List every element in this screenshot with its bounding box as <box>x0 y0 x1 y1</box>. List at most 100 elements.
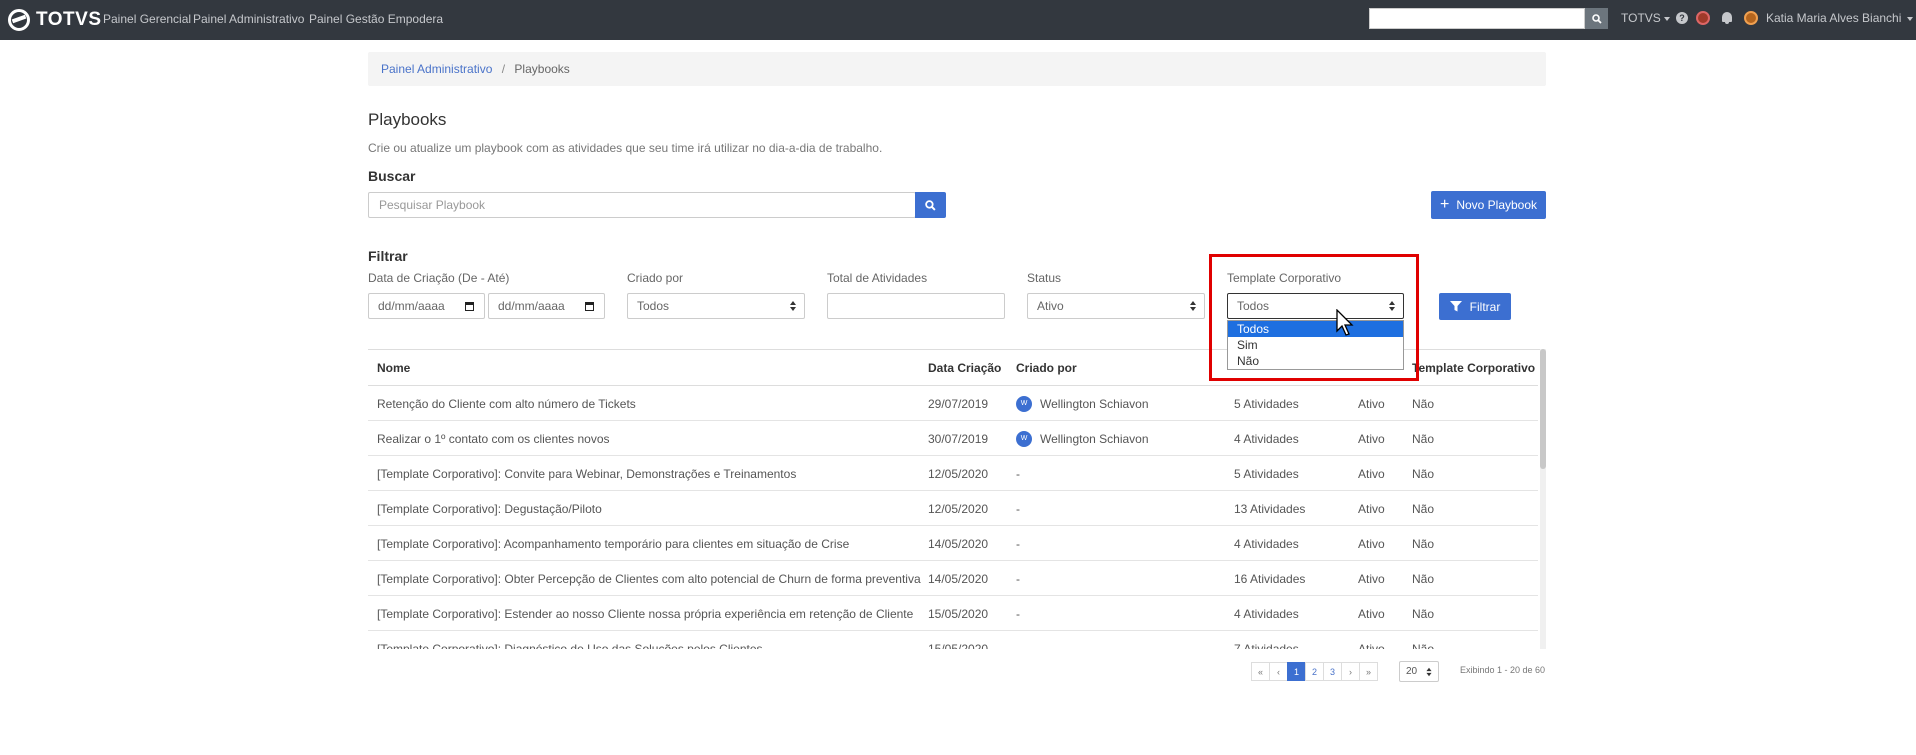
user-avatar[interactable] <box>1744 11 1758 25</box>
column-header-author[interactable]: Criado por <box>1016 361 1077 375</box>
cell-activities-text: 7 Atividades <box>1234 642 1299 649</box>
cell-status-text: Ativo <box>1358 432 1385 446</box>
cell-author-text: - <box>1016 467 1020 481</box>
search-label: Buscar <box>368 168 416 184</box>
cell-activities-text: 5 Atividades <box>1234 397 1299 411</box>
sort-arrows-icon <box>1190 301 1196 311</box>
filter-button[interactable]: Filtrar <box>1439 293 1511 320</box>
author-avatar: W <box>1016 395 1032 412</box>
cell-activities-text: 16 Atividades <box>1234 572 1306 586</box>
cell-name[interactable]: Realizar o 1º contato com os clientes no… <box>377 432 610 446</box>
page-last-button[interactable]: » <box>1359 662 1378 681</box>
cell-activities: 4 Atividades <box>1234 537 1299 551</box>
nav-link-painel-gerencial[interactable]: Painel Gerencial <box>103 12 191 26</box>
table-row[interactable]: [Template Corporativo]: Acompanhamento t… <box>368 526 1538 561</box>
help-icon[interactable]: ? <box>1676 12 1688 24</box>
search-icon <box>1591 13 1602 24</box>
cell-name-text: [Template Corporativo]: Acompanhamento t… <box>377 537 850 551</box>
cell-name[interactable]: [Template Corporativo]: Convite para Web… <box>377 467 796 481</box>
cell-author: - <box>1016 502 1020 516</box>
date-from-field[interactable]: dd/mm/aaaa <box>368 293 485 319</box>
cell-date: 15/05/2020 <box>928 607 988 621</box>
cell-name[interactable]: [Template Corporativo]: Acompanhamento t… <box>377 537 849 551</box>
cell-name[interactable]: [Template Corporativo]: Degustação/Pilot… <box>377 502 602 516</box>
table-row[interactable]: [Template Corporativo]: Degustação/Pilot… <box>368 491 1538 526</box>
cell-template: Não <box>1412 607 1434 621</box>
page-3-button[interactable]: 3 <box>1323 662 1342 681</box>
column-header-name[interactable]: Nome <box>377 361 410 375</box>
calendar-icon[interactable] <box>585 302 594 311</box>
column-header-created[interactable]: Data Criação <box>928 361 1001 375</box>
totvs-menu[interactable]: TOTVS <box>1621 11 1670 25</box>
cell-template-text: Não <box>1412 432 1435 446</box>
cell-status-text: Ativo <box>1358 642 1385 649</box>
search-playbook-input[interactable] <box>368 192 916 218</box>
cell-date-text: 12/05/2020 <box>928 502 989 516</box>
calendar-icon[interactable] <box>465 302 474 311</box>
user-menu[interactable]: Katia Maria Alves Bianchi <box>1766 11 1914 25</box>
date-to-field[interactable]: dd/mm/aaaa <box>488 293 605 319</box>
table-row[interactable]: [Template Corporativo]: Convite para Web… <box>368 456 1538 491</box>
navbar-search-input[interactable] <box>1369 8 1585 29</box>
cell-date: 29/07/2019 <box>928 397 988 411</box>
search-button[interactable] <box>915 192 946 218</box>
cell-template-text: Não <box>1412 537 1435 551</box>
table-scrollbar[interactable] <box>1540 349 1546 649</box>
cell-template-text: Não <box>1412 642 1435 649</box>
table-row[interactable]: [Template Corporativo]: Estender ao noss… <box>368 596 1538 631</box>
cell-template: Não <box>1412 502 1434 516</box>
created-by-select[interactable]: Todos <box>627 293 805 319</box>
date-from-value: dd/mm/aaaa <box>378 299 445 313</box>
cell-name[interactable]: [Template Corporativo]: Estender ao noss… <box>377 607 913 621</box>
cell-activities: 4 Atividades <box>1234 432 1299 446</box>
navbar-search-button[interactable] <box>1585 8 1608 29</box>
page-prev-button[interactable]: ‹ <box>1269 662 1288 681</box>
created-by-label: Criado por <box>627 271 684 285</box>
cell-activities-text: 13 Atividades <box>1234 502 1306 516</box>
cell-status-text: Ativo <box>1358 607 1385 621</box>
highlight-annotation-box <box>1209 254 1419 381</box>
breadcrumb-painel-administrativo[interactable]: Painel Administrativo <box>381 62 492 76</box>
cell-date-text: 14/05/2020 <box>928 572 989 586</box>
rocket-icon[interactable] <box>1696 11 1710 25</box>
totvs-logo-icon <box>8 9 30 31</box>
table-row[interactable]: Retenção do Cliente com alto número de T… <box>368 386 1538 421</box>
cell-author: - <box>1016 467 1020 481</box>
table-row[interactable]: [Template Corporativo]: Obter Percepção … <box>368 561 1538 596</box>
table-row[interactable]: Realizar o 1º contato com os clientes no… <box>368 421 1538 456</box>
cell-activities-text: 4 Atividades <box>1234 607 1299 621</box>
new-playbook-button[interactable]: + Novo Playbook <box>1431 191 1546 219</box>
cell-name-text: [Template Corporativo]: Convite para Web… <box>377 467 797 481</box>
pagination: « ‹ 1 2 3 › » <box>1251 662 1378 681</box>
column-header-template[interactable]: Template Corporativo <box>1412 361 1535 375</box>
total-activities-input[interactable] <box>827 293 1005 319</box>
totvs-logo[interactable]: TOTVS <box>8 8 102 32</box>
page-first-button[interactable]: « <box>1251 662 1270 681</box>
page-next-button[interactable]: › <box>1341 662 1360 681</box>
per-page-select[interactable]: 20 <box>1399 661 1439 682</box>
created-by-value: Todos <box>637 299 670 313</box>
bell-icon[interactable] <box>1722 12 1732 24</box>
cell-author-text: - <box>1016 642 1020 649</box>
scrollbar-thumb[interactable] <box>1540 349 1546 469</box>
cell-name[interactable]: [Template Corporativo]: Diagnóstico de U… <box>377 642 763 649</box>
page-2-button[interactable]: 2 <box>1305 662 1324 681</box>
nav-link-painel-gestao-empodera[interactable]: Painel Gestão Empodera <box>309 12 443 26</box>
cell-author-text: - <box>1016 572 1020 586</box>
cell-name-text: Retenção do Cliente com alto número de T… <box>377 397 636 411</box>
cell-date: 12/05/2020 <box>928 502 988 516</box>
cell-date: 30/07/2019 <box>928 432 988 446</box>
cell-name[interactable]: Retenção do Cliente com alto número de T… <box>377 397 636 411</box>
nav-link-painel-administrativo[interactable]: Painel Administrativo <box>193 12 304 26</box>
cell-template-text: Não <box>1412 572 1435 586</box>
cell-name[interactable]: [Template Corporativo]: Obter Percepção … <box>377 572 921 586</box>
cell-date: 12/05/2020 <box>928 467 988 481</box>
new-playbook-label: Novo Playbook <box>1456 198 1538 212</box>
page-1-button[interactable]: 1 <box>1287 662 1306 681</box>
cell-author: - <box>1016 537 1020 551</box>
chevron-down-icon <box>1907 16 1914 21</box>
plus-icon: + <box>1439 196 1450 213</box>
status-select[interactable]: Ativo <box>1027 293 1205 319</box>
cell-author: W Wellington Schiavon <box>1016 430 1149 447</box>
table-row[interactable]: [Template Corporativo]: Diagnóstico de U… <box>368 631 1538 649</box>
